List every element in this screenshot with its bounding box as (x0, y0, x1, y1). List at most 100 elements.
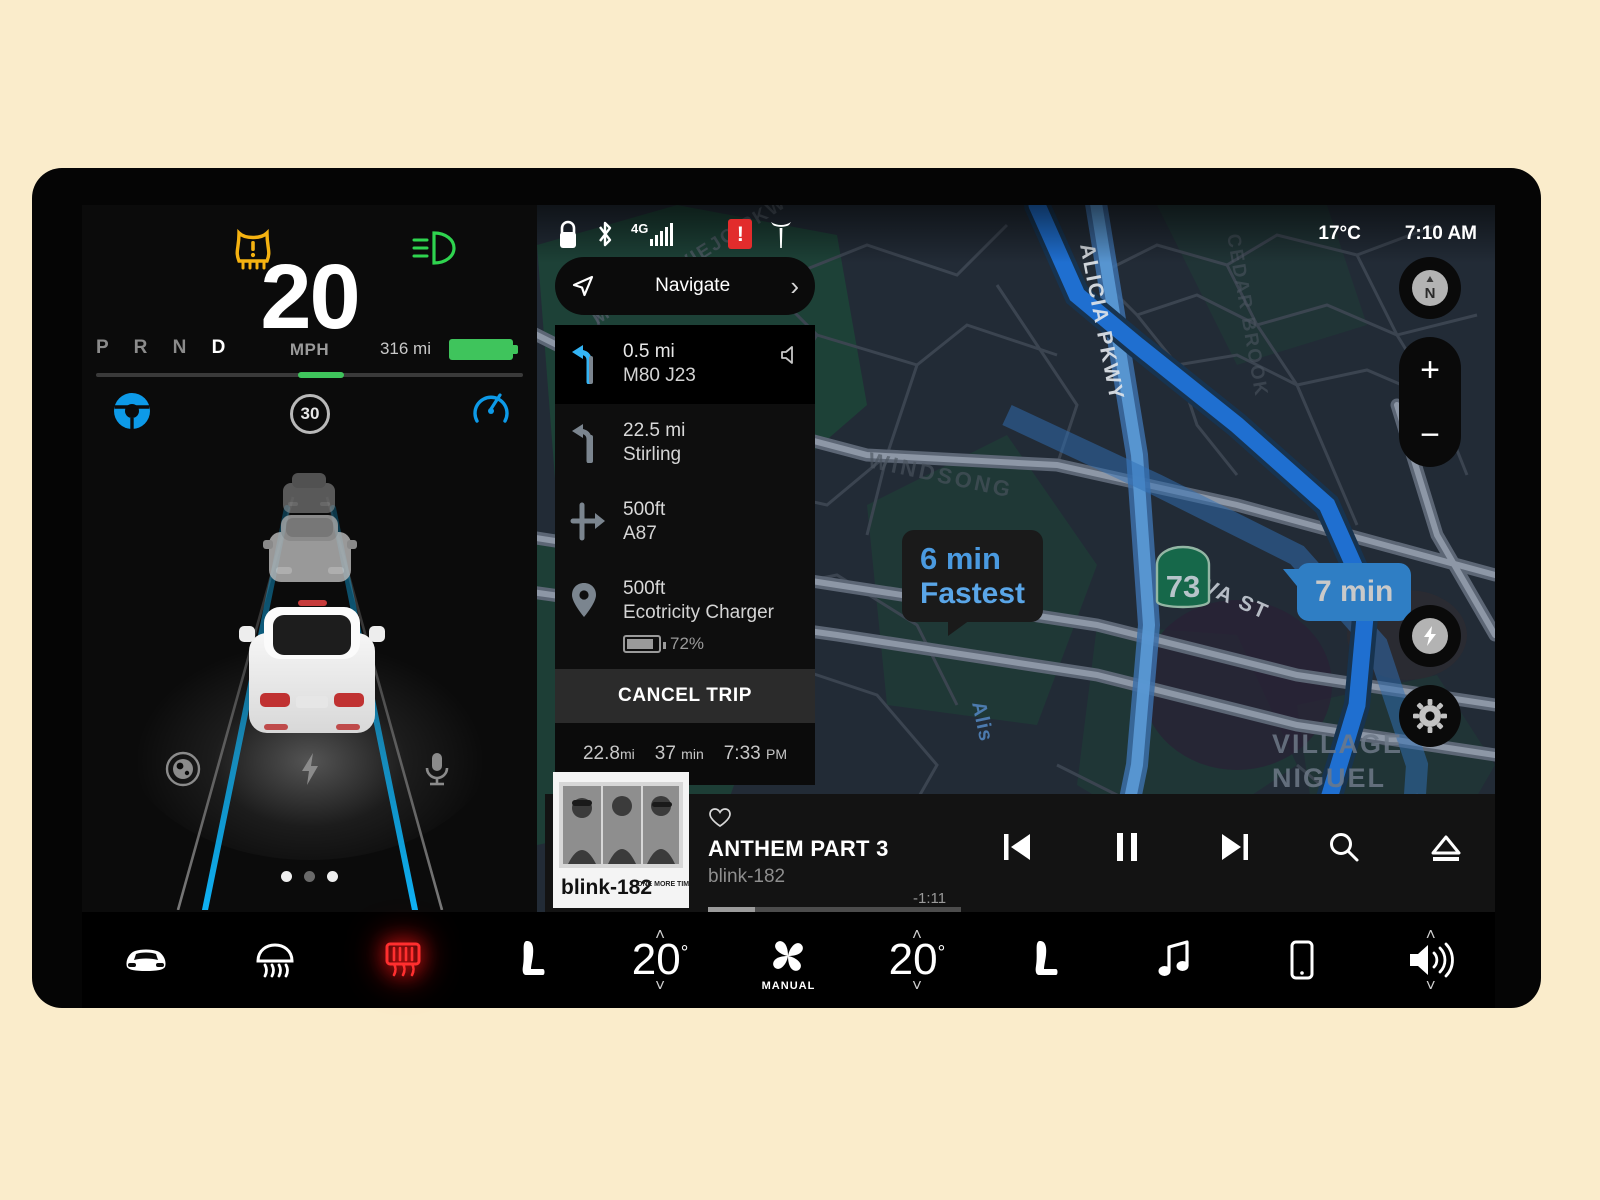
microphone-icon[interactable] (418, 750, 456, 788)
climate-control-bar: ˄ 20° ˅ MANUAL ˄ 20° ˅ ˄ ˅ (82, 912, 1495, 1008)
gear-and-range-row: P R N D MPH 316 mi (82, 337, 537, 363)
turn-left-icon (567, 340, 611, 389)
tesla-logo-icon[interactable] (769, 219, 793, 249)
direction-step-charger[interactable]: 500ft Ecotricity Charger 72% (555, 562, 815, 669)
autosteer-wheel-icon[interactable] (112, 391, 152, 431)
vehicle-touchscreen-device: 20 P R N D MPH 316 mi 30 ALICIA PKWY EVA… (32, 168, 1541, 1008)
media-button[interactable] (1110, 912, 1238, 1008)
car-icon (126, 949, 166, 971)
rear-defrost-button[interactable] (339, 912, 467, 1008)
compass-north-icon: N (1412, 270, 1448, 306)
turn-by-turn-panel: 0.5 mi M80 J23 22.5 mi Stirling 500ft A8… (555, 325, 815, 786)
chevron-up-icon[interactable]: ˄ (1426, 926, 1436, 943)
speed-limit-sign: 30 (290, 394, 330, 434)
map-area[interactable]: ALICIA PKWY EVA ST Alis VILLAGE NIGUEL M… (537, 205, 1495, 912)
direction-step-current[interactable]: 0.5 mi M80 J23 (555, 325, 815, 404)
heart-icon[interactable] (709, 808, 731, 828)
phone-icon (1290, 940, 1314, 980)
step-name: Stirling (623, 443, 682, 465)
next-icon[interactable] (1218, 830, 1252, 864)
speed-limit-value: 30 (300, 404, 320, 423)
zoom-in-button[interactable]: + (1399, 337, 1461, 402)
cancel-trip-label: CANCEL TRIP (618, 685, 752, 707)
fan-mode-label: MANUAL (761, 980, 816, 992)
charging-stations-button[interactable] (1399, 605, 1461, 667)
step-distance: 500ft (623, 499, 666, 520)
eject-icon[interactable] (1429, 830, 1463, 864)
status-bar: 4G ! 17°C 7:10 AM (537, 205, 1495, 263)
chevron-up-icon[interactable]: ˄ (912, 926, 922, 943)
battery-gauge (449, 339, 519, 360)
front-defrost-icon (256, 943, 294, 978)
cluster-bottom-icons (82, 750, 537, 802)
passenger-seat-heater-button[interactable] (981, 912, 1109, 1008)
gear-icon (1413, 699, 1447, 733)
page-dot[interactable] (304, 871, 315, 882)
pause-icon[interactable] (1110, 830, 1144, 864)
cellular-4g-icon[interactable]: 4G (631, 222, 674, 246)
speaker-mute-icon[interactable] (779, 340, 801, 371)
charging-bolt-icon (1412, 618, 1448, 654)
direction-step[interactable]: 500ft A87 (555, 483, 815, 562)
chevron-down-icon[interactable]: ˅ (912, 977, 922, 994)
lock-icon[interactable] (557, 220, 579, 249)
page-dot[interactable] (281, 871, 292, 882)
bolt-icon[interactable] (291, 750, 329, 788)
step-name: M80 J23 (623, 364, 696, 386)
autopilot-road-visualization (82, 440, 537, 910)
turn-left-icon (567, 419, 611, 468)
charge-percent: 72% (670, 634, 705, 654)
previous-icon[interactable] (1000, 830, 1034, 864)
status-icons: 4G ! (557, 219, 793, 249)
charge-battery-icon (623, 635, 666, 654)
navigate-search-bar[interactable]: Navigate › (555, 257, 815, 315)
route-bubble-fastest[interactable]: 6 min Fastest (902, 530, 1044, 637)
zoom-controls[interactable]: + − (1399, 337, 1461, 467)
page-indicator-dots[interactable] (82, 871, 537, 882)
driver-temp-control[interactable]: ˄ 20° ˅ (596, 912, 724, 1008)
step-distance: 22.5 mi (623, 420, 686, 441)
svg-text:ONE MORE TIME...: ONE MORE TIME... (637, 881, 689, 888)
camera-icon[interactable] (164, 750, 202, 788)
range-value: 316 mi (379, 339, 431, 358)
highway-shield: 73 (1155, 545, 1211, 609)
passenger-temp-control[interactable]: ˄ 20° ˅ (853, 912, 981, 1008)
cruise-control-icon[interactable] (470, 387, 512, 429)
continue-straight-icon (567, 498, 611, 547)
status-right: 17°C 7:10 AM (1318, 205, 1477, 263)
car-controls-button[interactable] (82, 912, 210, 1008)
search-icon[interactable] (1327, 830, 1361, 864)
screen: 20 P R N D MPH 316 mi 30 ALICIA PKWY EVA… (82, 205, 1495, 912)
zoom-out-button[interactable]: − (1399, 402, 1461, 467)
navigation-arrow-icon (572, 275, 594, 297)
track-artist: blink-182 (708, 866, 786, 887)
fan-mode-button[interactable]: MANUAL (724, 912, 852, 1008)
chevron-down-icon[interactable]: ˅ (655, 977, 665, 994)
front-defrost-button[interactable] (210, 912, 338, 1008)
page-dot[interactable] (327, 871, 338, 882)
album-art[interactable]: blink-182 ONE MORE TIME... (553, 772, 689, 908)
bluetooth-icon[interactable] (596, 220, 614, 248)
trip-duration: 37 min (654, 743, 704, 765)
chevron-up-icon[interactable]: ˄ (655, 926, 665, 943)
svg-text:NIGUEL: NIGUEL (1272, 763, 1386, 793)
driver-seat-heater-button[interactable] (467, 912, 595, 1008)
chevron-right-icon: › (790, 271, 799, 301)
direction-step[interactable]: 22.5 mi Stirling (555, 404, 815, 483)
phone-button[interactable] (1238, 912, 1366, 1008)
trip-distance: 22.8mi (582, 743, 635, 765)
cancel-trip-button[interactable]: CANCEL TRIP (555, 669, 815, 724)
map-settings-button[interactable] (1399, 685, 1461, 747)
alert-icon[interactable]: ! (728, 219, 753, 249)
charger-battery-row: 72% (623, 634, 801, 654)
route-note: Fastest (920, 576, 1026, 610)
passenger-seat-heater-icon (1036, 941, 1058, 975)
compass-button[interactable]: N (1399, 257, 1461, 319)
clock: 7:10 AM (1404, 223, 1477, 244)
chevron-down-icon[interactable]: ˅ (1426, 977, 1436, 994)
svg-text:N: N (1425, 285, 1436, 302)
route-bubble-alternate[interactable]: 7 min (1282, 563, 1412, 621)
media-icon (1158, 940, 1189, 976)
time-remaining: -1:11 (913, 890, 947, 907)
volume-control[interactable]: ˄ ˅ (1367, 912, 1495, 1008)
